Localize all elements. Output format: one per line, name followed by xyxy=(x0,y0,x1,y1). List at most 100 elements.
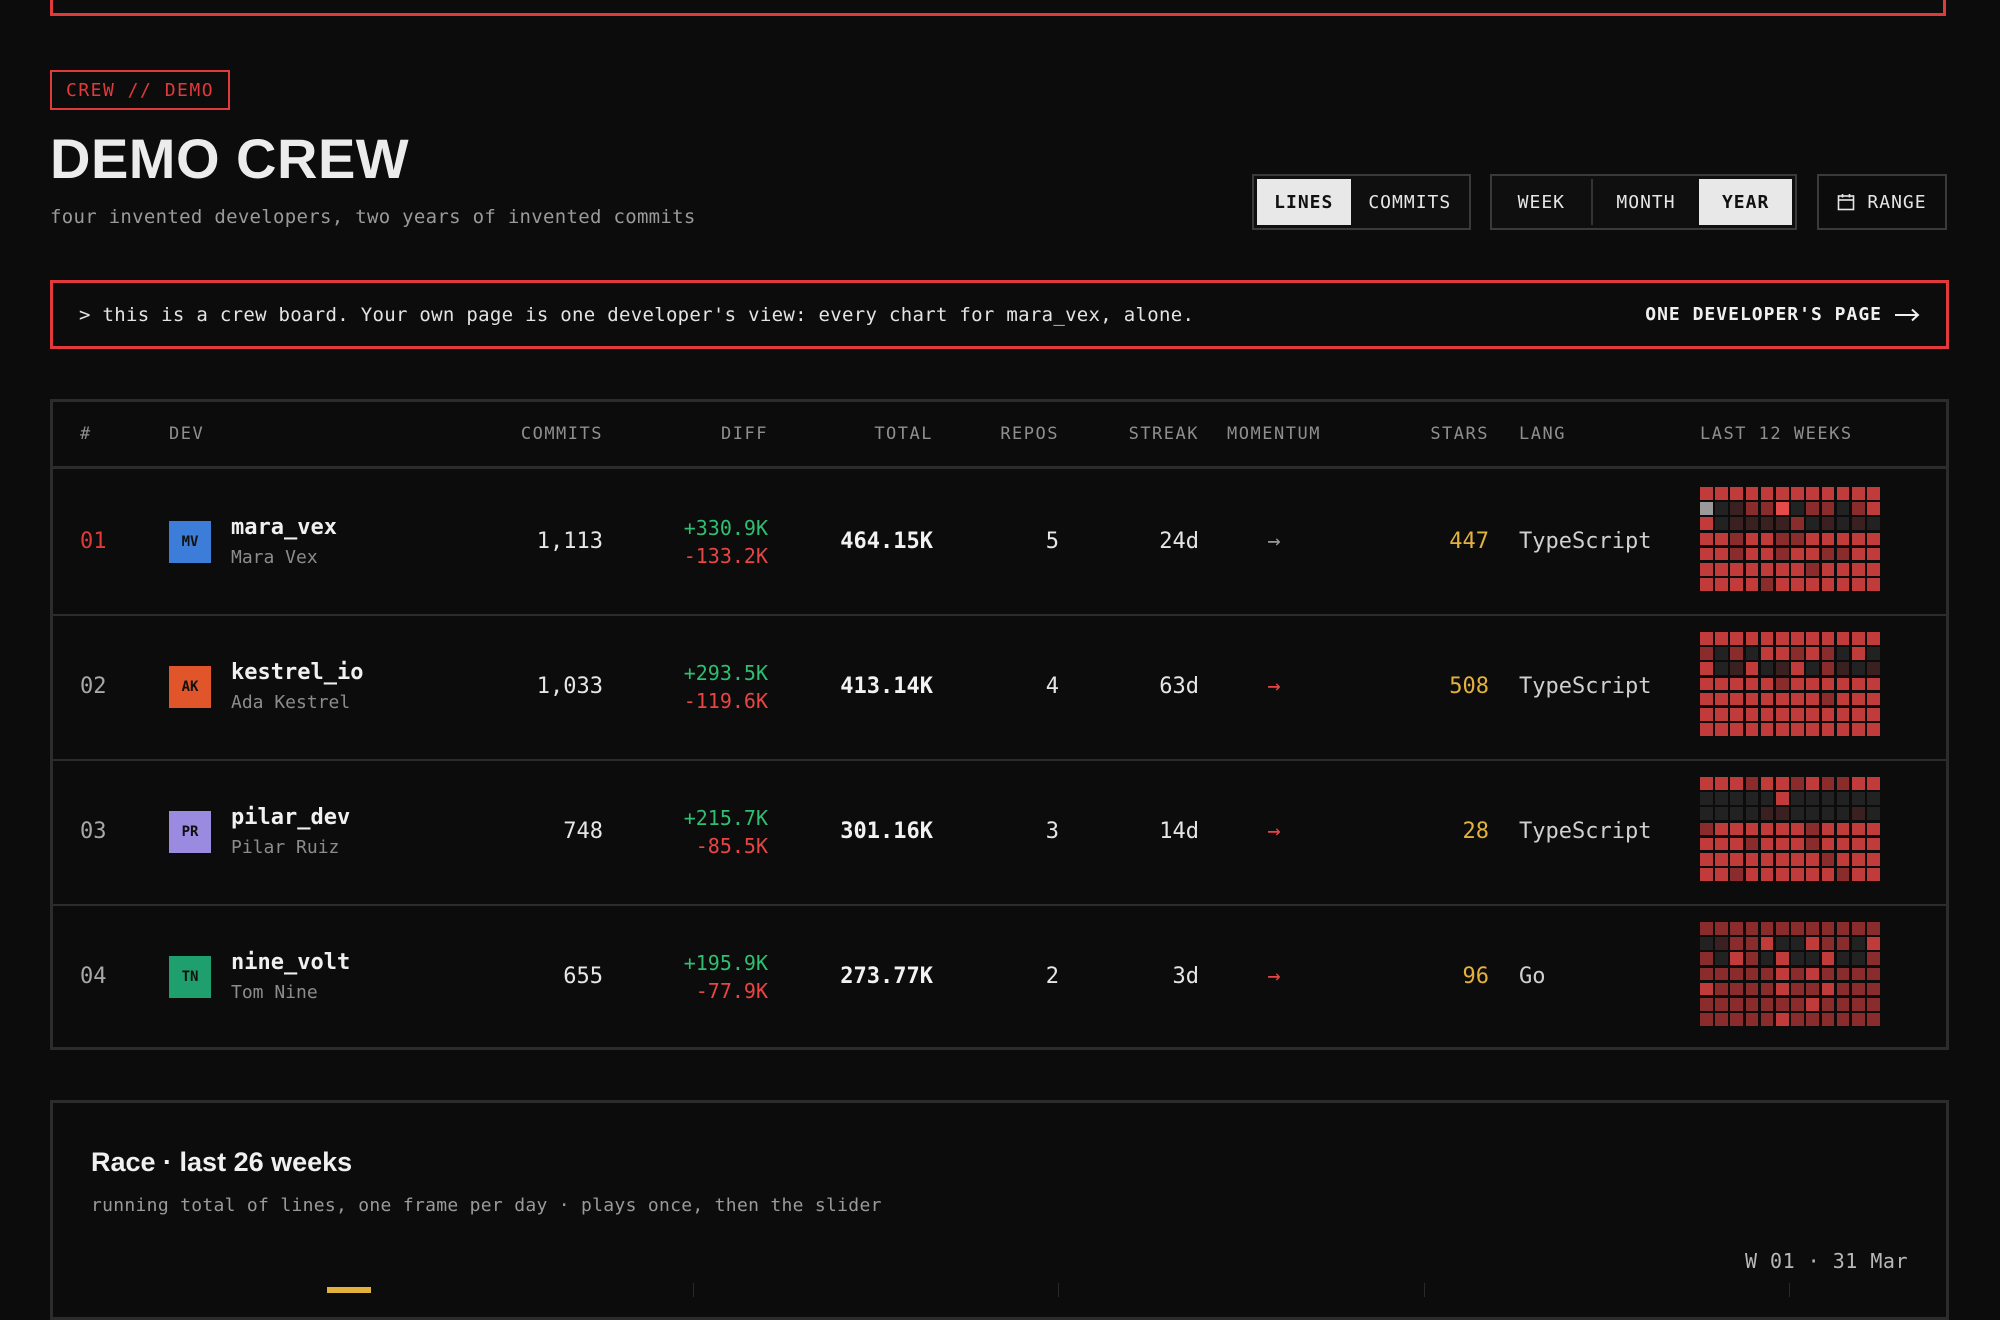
row-repos: 5 xyxy=(1045,529,1059,554)
heatmap-cell xyxy=(1791,578,1804,591)
heatmap-cell xyxy=(1836,852,1850,866)
heatmap-cell xyxy=(1700,822,1713,836)
heatmap-cell xyxy=(1836,502,1850,515)
metric-option-lines[interactable]: LINES xyxy=(1257,179,1351,225)
heatmap-cell xyxy=(1821,517,1835,531)
heatmap-cell xyxy=(1775,677,1789,691)
heatmap-cell xyxy=(1700,868,1713,881)
heatmap-cell xyxy=(1745,487,1759,500)
dev-username[interactable]: mara_vex xyxy=(231,515,337,540)
heatmap-cell xyxy=(1806,967,1819,981)
lines-added: +215.7K xyxy=(683,805,768,830)
period-option-week[interactable]: WEEK xyxy=(1495,179,1588,225)
col-lang: LANG xyxy=(1519,424,1566,444)
heatmap-cell xyxy=(1836,632,1850,645)
race-grid-line xyxy=(1058,1283,1059,1297)
momentum-arrow-icon: → xyxy=(1267,964,1281,989)
dev-fullname: Ada Kestrel xyxy=(231,692,351,713)
heatmap-cell xyxy=(1745,967,1759,981)
heatmap-cell xyxy=(1867,562,1880,576)
heatmap-cell xyxy=(1867,952,1880,966)
heatmap-cell xyxy=(1867,632,1880,645)
heatmap-cell xyxy=(1700,517,1713,531)
heatmap-cell xyxy=(1760,707,1774,721)
table-row[interactable]: 03 PR pilar_dev Pilar Ruiz 748 +215.7K -85.5K 3… xyxy=(53,759,1946,906)
heatmap-cell xyxy=(1867,852,1880,866)
dev-username[interactable]: nine_volt xyxy=(231,950,350,975)
col-rank: # xyxy=(80,424,92,444)
heatmap-cell xyxy=(1760,692,1774,706)
period-option-month[interactable]: MONTH xyxy=(1596,179,1697,225)
lines-added: +195.9K xyxy=(683,950,768,975)
heatmap-cell xyxy=(1821,967,1835,981)
heatmap-cell xyxy=(1851,997,1865,1011)
heatmap-cell xyxy=(1760,952,1774,966)
heatmap-cell xyxy=(1745,707,1759,721)
heatmap-cell xyxy=(1775,487,1789,500)
heatmap-cell xyxy=(1806,852,1819,866)
heatmap-cell xyxy=(1760,777,1774,790)
heatmap-cell xyxy=(1851,837,1865,851)
heatmap-cell xyxy=(1745,1013,1759,1026)
heatmap-cell xyxy=(1867,547,1880,561)
heatmap-cell xyxy=(1791,922,1804,935)
heatmap-cell xyxy=(1730,982,1744,996)
heatmap-cell xyxy=(1745,922,1759,935)
momentum-arrow-icon: → xyxy=(1267,529,1281,554)
heatmap-cell xyxy=(1775,792,1789,805)
heatmap-cell xyxy=(1775,578,1789,591)
heatmap-cell xyxy=(1806,662,1819,676)
race-frame-label: W 01 · 31 Mar xyxy=(1744,1249,1908,1273)
heatmap-cell xyxy=(1851,723,1865,736)
heatmap-cell xyxy=(1730,532,1744,546)
activity-heatmap xyxy=(1700,487,1880,591)
range-button[interactable]: RANGE xyxy=(1817,174,1947,230)
table-row[interactable]: 01 MV mara_vex Mara Vex 1,113 +330.9K -133.2K 4… xyxy=(53,469,1946,616)
heatmap-cell xyxy=(1806,982,1819,996)
heatmap-cell xyxy=(1715,852,1728,866)
heatmap-cell xyxy=(1851,502,1865,515)
heatmap-cell xyxy=(1836,707,1850,721)
crew-table: # DEV COMMITS DIFF TOTAL REPOS STREAK MO… xyxy=(50,399,1949,1050)
heatmap-cell xyxy=(1821,982,1835,996)
heatmap-cell xyxy=(1730,578,1744,591)
heatmap-cell xyxy=(1806,868,1819,881)
heatmap-cell xyxy=(1806,997,1819,1011)
heatmap-cell xyxy=(1700,692,1713,706)
race-subtitle: running total of lines, one frame per da… xyxy=(91,1195,882,1216)
period-option-year[interactable]: YEAR xyxy=(1699,179,1793,225)
avatar: AK xyxy=(169,666,211,708)
heatmap-cell xyxy=(1836,997,1850,1011)
row-commits: 655 xyxy=(563,964,603,989)
heatmap-cell xyxy=(1851,982,1865,996)
metric-option-commits[interactable]: COMMITS xyxy=(1354,179,1466,225)
heatmap-cell xyxy=(1730,677,1744,691)
heatmap-cell xyxy=(1806,487,1819,500)
heatmap-cell xyxy=(1851,707,1865,721)
heatmap-cell xyxy=(1867,822,1880,836)
period-toggle: WEEK MONTH YEAR xyxy=(1490,174,1797,230)
dev-username[interactable]: pilar_dev xyxy=(231,805,350,830)
heatmap-cell xyxy=(1851,578,1865,591)
lines-added: +330.9K xyxy=(683,515,768,540)
heatmap-cell xyxy=(1700,578,1713,591)
heatmap-cell xyxy=(1821,837,1835,851)
momentum-arrow-icon: → xyxy=(1267,819,1281,844)
table-row[interactable]: 04 TN nine_volt Tom Nine 655 +195.9K -77.9K 273… xyxy=(53,904,1946,1049)
heatmap-cell xyxy=(1760,677,1774,691)
heatmap-cell xyxy=(1730,937,1744,950)
heatmap-cell xyxy=(1775,517,1789,531)
heatmap-cell xyxy=(1851,868,1865,881)
heatmap-cell xyxy=(1700,937,1713,950)
heatmap-cell xyxy=(1700,487,1713,500)
heatmap-cell xyxy=(1791,677,1804,691)
heatmap-cell xyxy=(1760,547,1774,561)
heatmap-cell xyxy=(1867,997,1880,1011)
developer-page-link[interactable]: ONE DEVELOPER'S PAGE xyxy=(1645,304,1920,325)
heatmap-cell xyxy=(1775,1013,1789,1026)
dev-username[interactable]: kestrel_io xyxy=(231,660,363,685)
heatmap-cell xyxy=(1791,837,1804,851)
heatmap-cell xyxy=(1836,562,1850,576)
table-row[interactable]: 02 AK kestrel_io Ada Kestrel 1,033 +293.5K -11… xyxy=(53,614,1946,761)
heatmap-cell xyxy=(1745,777,1759,790)
